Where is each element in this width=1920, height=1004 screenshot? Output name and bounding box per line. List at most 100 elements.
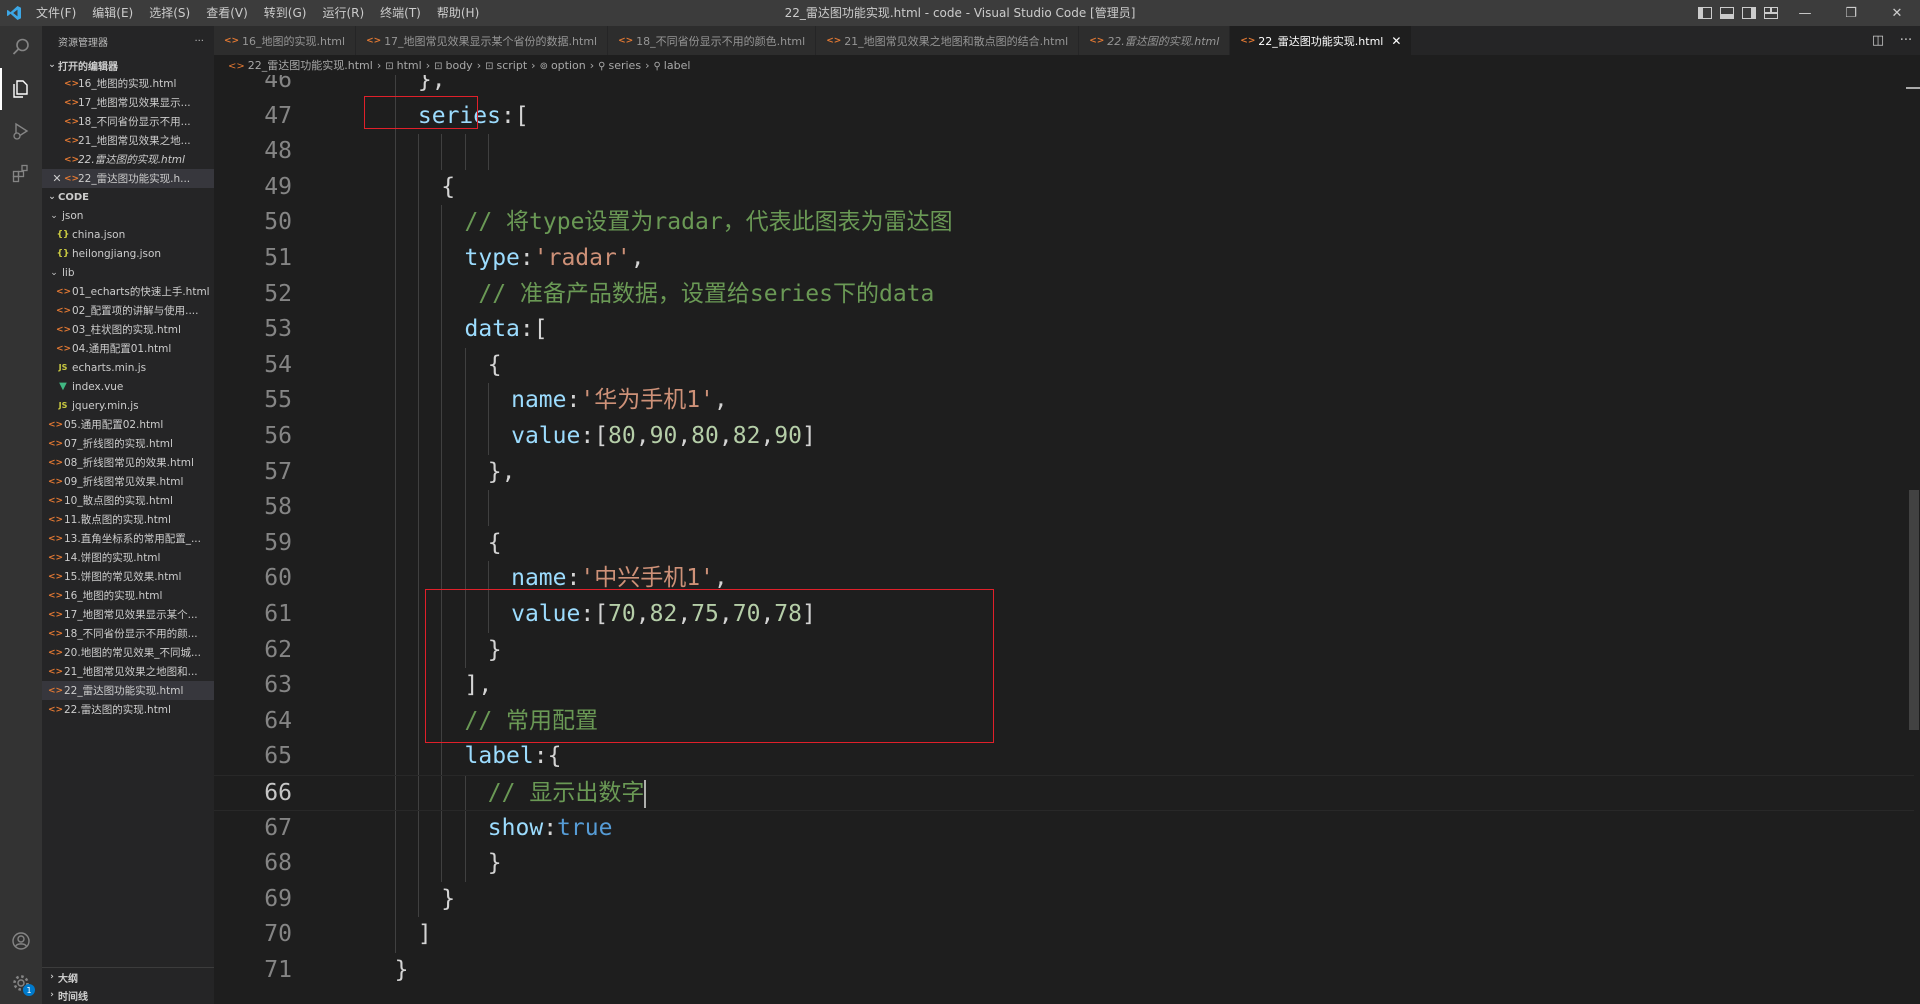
tree-file[interactable]: <> 05.通用配置02.html — [42, 415, 214, 434]
code-editor[interactable]: 46}, 47 series:[48 49{50// 将type设置为radar，代表… — [214, 75, 1920, 1004]
code-line[interactable]: 50 // 将type设置为radar，代表此图表为雷达图 — [214, 205, 1914, 241]
tree-file[interactable]: <> 09_折线图常见效果.html — [42, 472, 214, 491]
code-line[interactable]: 55 name:'华为手机1', — [214, 383, 1914, 419]
more-actions-icon[interactable]: ··· — [1892, 33, 1920, 48]
code-line[interactable]: 57}, — [214, 455, 1914, 491]
code-line[interactable]: 53 data:[ — [214, 312, 1914, 348]
customize-layout-icon[interactable] — [1760, 0, 1782, 26]
menu-item[interactable]: 文件(F) — [28, 0, 84, 26]
tree-file[interactable]: JS jquery.min.js — [42, 396, 214, 415]
menu-item[interactable]: 查看(V) — [198, 0, 256, 26]
editor-scrollbar[interactable] — [1906, 75, 1920, 1004]
tree-folder[interactable]: ⌄ json — [42, 206, 214, 225]
editor-tab[interactable]: <> 22_雷达图功能实现.html ✕ — [1230, 26, 1413, 55]
timeline-section[interactable]: › 时间线 — [42, 986, 214, 1004]
toggle-primary-sidebar-icon[interactable] — [1694, 0, 1716, 26]
close-tab-icon[interactable]: ✕ — [1391, 34, 1401, 48]
code-line[interactable]: 56 value:[80,90,80,82,90] — [214, 419, 1914, 455]
close-window-button[interactable]: ✕ — [1874, 0, 1920, 26]
tree-file[interactable]: <> 13.直角坐标系的常用配置_... — [42, 529, 214, 548]
search-icon[interactable] — [0, 26, 42, 68]
code-line[interactable]: 64 // 常用配置 — [214, 704, 1914, 740]
tree-file[interactable]: <> 02_配置项的讲解与使用.... — [42, 301, 214, 320]
tree-file[interactable]: <> 21_地图常见效果之地图和... — [42, 662, 214, 681]
tree-file[interactable]: {} china.json — [42, 225, 214, 244]
code-line[interactable]: 49 { — [214, 170, 1914, 206]
open-editor-item[interactable]: <> 18_不同省份显示不用... — [42, 112, 214, 131]
code-line[interactable]: 51 type:'radar', — [214, 241, 1914, 277]
tree-folder[interactable]: ⌄ lib — [42, 263, 214, 282]
breadcrumb-item[interactable]: ⊚ option — [540, 59, 586, 72]
run-debug-icon[interactable] — [0, 110, 42, 152]
breadcrumb-item[interactable]: ⊡ body — [434, 59, 473, 72]
code-line[interactable]: 58 — [214, 490, 1914, 526]
tree-file[interactable]: ▼ index.vue — [42, 377, 214, 396]
editor-tab[interactable]: <> 21_地图常见效果之地图和散点图的结合.html — [816, 26, 1080, 55]
code-line[interactable]: 66 // 显示出数字 — [214, 775, 1914, 811]
breadcrumb-item[interactable]: ⊡ html — [385, 59, 421, 72]
code-line[interactable]: 47 series:[ — [214, 99, 1914, 135]
code-line[interactable]: 59 { — [214, 526, 1914, 562]
code-line[interactable]: 68} — [214, 846, 1914, 882]
editor-tab[interactable]: <> 22.雷达图的实现.html — [1079, 26, 1231, 55]
toggle-secondary-sidebar-icon[interactable] — [1738, 0, 1760, 26]
minimize-button[interactable]: — — [1782, 0, 1828, 26]
tree-file[interactable]: <> 08_折线图常见的效果.html — [42, 453, 214, 472]
menu-item[interactable]: 转到(G) — [256, 0, 315, 26]
menu-item[interactable]: 帮助(H) — [429, 0, 487, 26]
tree-file[interactable]: <> 04.通用配置01.html — [42, 339, 214, 358]
breadcrumb-item[interactable]: ⚲ label — [653, 59, 690, 72]
code-line[interactable]: 54 { — [214, 348, 1914, 384]
editor-tab[interactable]: <> 16_地图的实现.html — [214, 26, 357, 55]
tree-file[interactable]: <> 18_不同省份显示不用的颜... — [42, 624, 214, 643]
tree-file[interactable]: <> 14.饼图的实现.html — [42, 548, 214, 567]
breadcrumb-item[interactable]: <> 22_雷达图功能实现.html — [228, 57, 373, 73]
code-line[interactable]: 60 name:'中兴手机1', — [214, 561, 1914, 597]
code-line[interactable]: 61 value:[70,82,75,70,78] — [214, 597, 1914, 633]
tree-file[interactable]: <> 01_echarts的快速上手.html — [42, 282, 214, 301]
open-editor-item[interactable]: <> 17_地图常见效果显示... — [42, 93, 214, 112]
more-actions-icon[interactable]: ··· — [194, 36, 204, 47]
open-editor-item[interactable]: <> 16_地图的实现.html — [42, 74, 214, 93]
menu-item[interactable]: 终端(T) — [372, 0, 429, 26]
tree-file[interactable]: <> 10_散点图的实现.html — [42, 491, 214, 510]
code-line[interactable]: 70] — [214, 917, 1914, 953]
tree-file[interactable]: <> 17_地图常见效果显示某个... — [42, 605, 214, 624]
editor-tab[interactable]: <> 17_地图常见效果显示某个省份的数据.html — [356, 26, 609, 55]
tree-file[interactable]: JS echarts.min.js — [42, 358, 214, 377]
tree-file[interactable]: <> 22_雷达图功能实现.html — [42, 681, 214, 700]
scrollbar-thumb[interactable] — [1909, 490, 1919, 730]
breadcrumb-item[interactable]: ⚲ series — [598, 59, 641, 72]
tree-file[interactable]: {} heilongjiang.json — [42, 244, 214, 263]
code-line[interactable]: 62} — [214, 633, 1914, 669]
tree-file[interactable]: <> 11.散点图的实现.html — [42, 510, 214, 529]
folder-section[interactable]: ⌄ CODE — [42, 188, 214, 206]
extensions-icon[interactable] — [0, 152, 42, 194]
restore-button[interactable]: ❐ — [1828, 0, 1874, 26]
settings-gear-icon[interactable]: 1 — [0, 962, 42, 1004]
code-line[interactable]: 71} — [214, 953, 1914, 989]
tree-file[interactable]: <> 07_折线图的实现.html — [42, 434, 214, 453]
tree-file[interactable]: <> 15.饼图的常见效果.html — [42, 567, 214, 586]
open-editor-item[interactable]: <> 22.雷达图的实现.html — [42, 150, 214, 169]
tree-file[interactable]: <> 22.雷达图的实现.html — [42, 700, 214, 719]
tree-file[interactable]: <> 03_柱状图的实现.html — [42, 320, 214, 339]
code-line[interactable]: 69} — [214, 882, 1914, 918]
toggle-panel-icon[interactable] — [1716, 0, 1738, 26]
code-line[interactable]: 65 label:{ — [214, 739, 1914, 775]
split-editor-icon[interactable]: ◫ — [1864, 33, 1892, 48]
explorer-icon[interactable] — [0, 68, 42, 110]
tree-file[interactable]: <> 16_地图的实现.html — [42, 586, 214, 605]
tree-file[interactable]: <> 20.地图的常见效果_不同城... — [42, 643, 214, 662]
outline-section[interactable]: › 大纲 — [42, 968, 214, 986]
code-line[interactable]: 63], — [214, 668, 1914, 704]
code-line[interactable]: 46}, — [214, 75, 1914, 99]
close-icon[interactable]: ✕ — [50, 172, 64, 185]
open-editor-item[interactable]: ✕ <> 22_雷达图功能实现.h... — [42, 169, 214, 188]
menu-item[interactable]: 编辑(E) — [84, 0, 141, 26]
menu-item[interactable]: 运行(R) — [314, 0, 372, 26]
code-line[interactable]: 52 // 准备产品数据，设置给series下的data — [214, 277, 1914, 313]
open-editor-item[interactable]: <> 21_地图常见效果之地... — [42, 131, 214, 150]
code-line[interactable]: 48 — [214, 134, 1914, 170]
breadcrumb-item[interactable]: ⊡ script — [485, 59, 527, 72]
